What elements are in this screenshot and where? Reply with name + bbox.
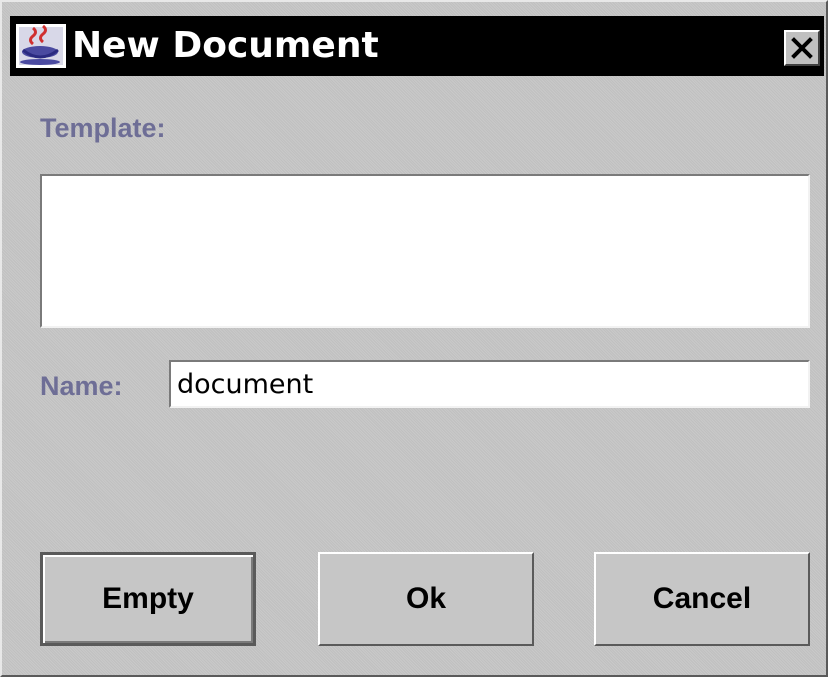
cancel-button[interactable]: Cancel: [594, 552, 810, 646]
name-input[interactable]: [169, 360, 810, 408]
name-label: Name:: [40, 371, 123, 401]
ok-button[interactable]: Ok: [318, 552, 534, 646]
close-icon: [791, 37, 813, 59]
template-label: Template:: [40, 113, 166, 143]
window-title: New Document: [72, 25, 379, 66]
template-list[interactable]: [40, 174, 810, 328]
empty-button[interactable]: Empty: [40, 552, 256, 646]
close-button[interactable]: [784, 30, 820, 66]
java-app-icon: [16, 24, 66, 68]
new-document-dialog: New Document Template: Name: Empty Ok Ca…: [0, 0, 828, 677]
